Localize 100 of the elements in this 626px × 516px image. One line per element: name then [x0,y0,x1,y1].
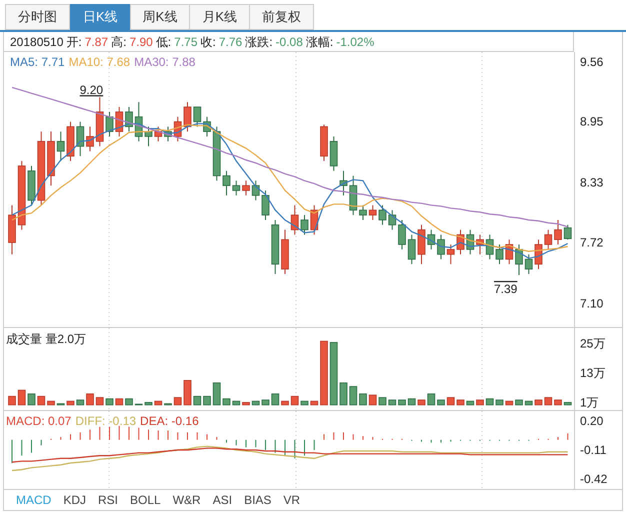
legend-entry: MACD: 0.07 [6,413,72,430]
candlestick [466,229,474,255]
quote-label: 涨跌: [245,34,273,50]
candlestick [505,239,514,265]
candlestick [320,124,328,162]
volume-bar [505,400,514,406]
volume-bar [281,400,289,406]
volume-bar [28,393,36,406]
candlestick [76,121,84,157]
volume-bar [203,396,211,406]
candlestick [310,204,318,236]
indicator-tab[interactable]: BIAS [244,491,272,509]
macd-axis-label: 0.20 [580,414,604,428]
candlestick [212,126,221,182]
candlestick [446,244,455,265]
quote-label: 涨幅: [306,34,334,50]
volume-title: 成交量 量2.0万 [6,331,86,348]
quote-date: 20180510 [10,34,64,50]
candlestick [154,126,162,142]
macd-axis-label: -0.42 [580,472,608,486]
indicator-tab[interactable]: ASI [212,491,232,509]
candlestick [242,180,250,196]
volume-bar [564,402,572,406]
volume-bar [66,400,74,406]
candlestick [359,204,367,220]
indicator-tab[interactable]: W&R [172,491,201,509]
quote-value: 7.76 [218,34,242,50]
candlestick [534,239,542,270]
volume-bar [476,400,484,406]
candlestick [125,106,133,132]
indicator-tab[interactable]: VR [283,491,300,509]
volume-bar [320,340,328,406]
volume-bar [388,400,396,406]
quote-value: -0.08 [276,34,303,50]
candlestick [203,116,211,137]
volume-bar [37,396,46,406]
chart-tab[interactable]: 月K线 [189,4,250,30]
volume-bar [378,397,386,406]
candlestick [456,229,464,255]
candlestick [398,219,406,250]
high-price-label: 9.20 [80,83,104,98]
candlestick [262,190,270,220]
volume-bar [466,400,474,406]
volume-bar [76,400,84,406]
volume-bar [262,400,270,406]
candlestick [106,111,114,137]
candlestick [476,234,484,255]
volume-bar [368,394,377,406]
price-axis-label: 8.95 [580,114,604,129]
chart-tab[interactable]: 周K线 [130,4,190,30]
volume-bar [486,398,494,406]
candlestick [408,234,416,265]
volume-bar [544,397,552,406]
quote-value: 7.87 [84,34,108,50]
volume-bar [115,398,124,406]
candlestick [184,102,192,132]
quote-label: 高: [111,34,126,50]
indicator-tab[interactable]: BOLL [130,491,161,509]
candlestick [544,229,552,250]
candlestick [515,244,523,276]
volume-bar [193,396,202,406]
candlestick [437,234,445,260]
indicator-tab[interactable]: KDJ [63,491,86,509]
chart-tab[interactable]: 日K线 [70,4,131,30]
volume-bar [349,386,358,406]
chart-tab[interactable]: 分时图 [5,4,70,30]
volume-axis-label: 1万 [580,395,599,410]
volume-bar [96,397,104,406]
volume-bar [456,400,464,406]
candlestick [554,219,562,245]
candlestick [271,219,280,274]
volume-bar [330,342,338,406]
volume-bar [271,393,280,406]
volume-bar [515,400,523,406]
candlestick [86,126,94,152]
candlestick [66,121,74,162]
volume-bar [47,400,55,406]
volume-bar [554,400,562,406]
candlestick [427,229,436,250]
volume-bar [212,382,221,406]
candlestick [349,175,358,216]
quote-value: 7.90 [129,34,153,50]
volume-bar [222,398,230,406]
legend-entry: DIFF: -0.13 [75,413,136,430]
quote-value: -1.02% [336,34,374,50]
candlestick [486,234,494,260]
volume-bar [427,393,436,406]
candlestick [418,224,426,265]
candlestick [193,106,202,128]
volume-bar [398,400,406,406]
low-price-label: 7.39 [494,282,518,296]
volume-bar [437,400,445,406]
chart-tab[interactable]: 前复权 [249,4,314,30]
quote-value: 7.75 [174,34,198,50]
candlestick [388,210,396,230]
indicator-tab[interactable]: RSI [98,491,118,509]
volume-bar [496,400,504,406]
volume-bar [418,400,426,406]
volume-bar [86,393,94,406]
volume-bar [184,380,192,406]
